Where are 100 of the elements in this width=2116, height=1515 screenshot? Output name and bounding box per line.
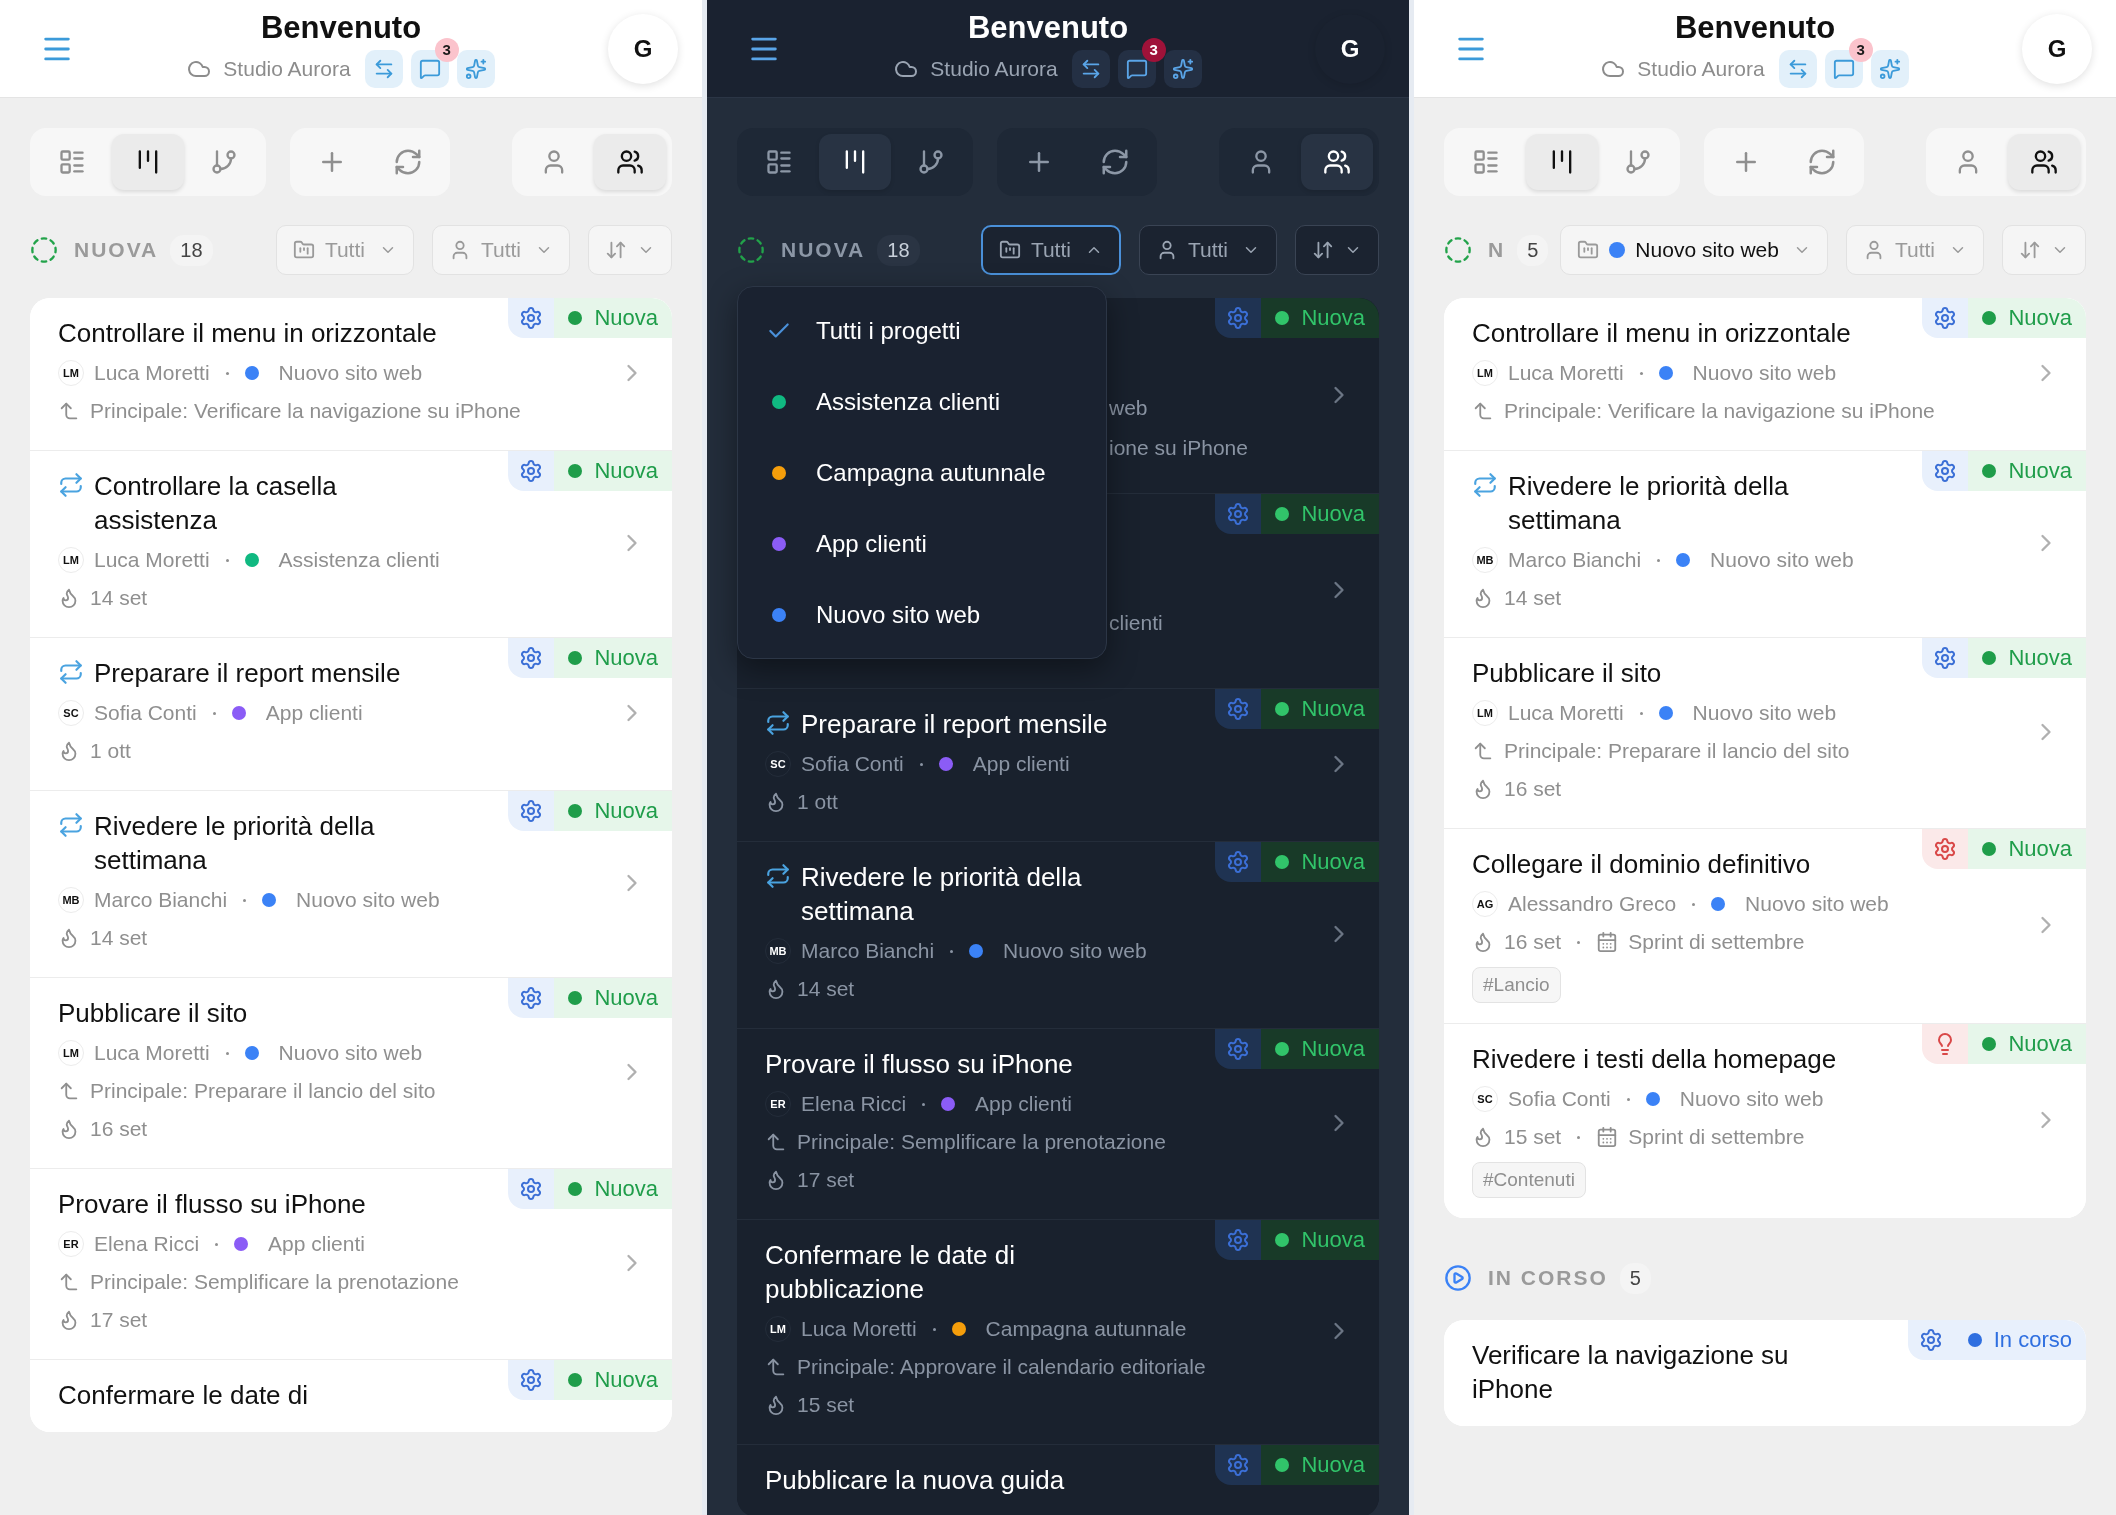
status-label: Nuova — [1301, 696, 1365, 722]
status-label: Nuova — [594, 798, 658, 824]
task-title: Pubblicare il sito — [1472, 657, 1662, 690]
sprint-name: Sprint di settembre — [1628, 1125, 1805, 1149]
initials-avatar: LM — [58, 547, 84, 573]
assignee-name: Luca Moretti — [1508, 361, 1624, 385]
page-title: Benvenuto — [967, 9, 1129, 46]
assignee-name: Marco Bianchi — [801, 939, 935, 963]
section-title: IN CORSO — [1488, 1266, 1608, 1290]
due-date: 1 ott — [797, 790, 838, 814]
task-title: Rivedere le priorità della settimana — [94, 810, 376, 877]
due-date: 17 set — [90, 1308, 148, 1332]
parent-task: Principale: Verificare la navigazione su iPhone — [90, 399, 521, 423]
initials-avatar: ER — [765, 1091, 791, 1117]
sprint-name: Sprint di settembre — [1628, 930, 1805, 954]
project-name: Assistenza clienti — [278, 548, 440, 572]
assignee-name: Luca Moretti — [801, 1317, 917, 1341]
task-detail: ione su iPhone — [1109, 434, 1249, 461]
status-label: Nuova — [594, 458, 658, 484]
workspace-name: Studio Aurora — [223, 56, 351, 81]
task-title: Rivedere le priorità della settimana — [1508, 470, 1790, 537]
status-label: Nuova — [594, 1176, 658, 1202]
project-name: Nuovo sito web — [1710, 548, 1854, 572]
task-count: 5 — [1619, 1262, 1651, 1294]
project-name: Nuovo sito web — [1692, 701, 1837, 725]
project-name: Nuovo sito web — [278, 1041, 423, 1065]
task-title: Preparare il report mensile — [94, 657, 401, 690]
project-name: Nuovo sito web — [296, 888, 440, 912]
workspace-name: Studio Aurora — [1637, 56, 1765, 81]
status-label: Nuova — [1301, 1036, 1365, 1062]
initials-avatar: LM — [765, 1316, 791, 1342]
notification-badge: 3 — [434, 37, 459, 62]
task-title: Rivedere i testi della homepage — [1472, 1043, 1837, 1076]
section-title: NUOVA — [74, 238, 159, 262]
option-label: Campagna autunnale — [816, 458, 1046, 487]
initials-avatar: MB — [58, 887, 84, 913]
status-label: Nuova — [2008, 836, 2072, 862]
due-date: 14 set — [797, 977, 855, 1001]
assignee-name: Luca Moretti — [94, 361, 210, 385]
project-name: App clienti — [268, 1232, 365, 1256]
task-count: 18 — [170, 234, 213, 266]
parent-task: Principale: Semplificare la prenotazione — [797, 1130, 1166, 1154]
status-label: Nuova — [1301, 1452, 1365, 1478]
initials-avatar: LM — [1472, 700, 1498, 726]
task-title: Controllare il menu in orizzontale — [58, 317, 437, 350]
task-title: Provare il flusso su iPhone — [58, 1188, 366, 1221]
notification-badge: 3 — [1141, 37, 1166, 62]
due-date: 17 set — [797, 1168, 855, 1192]
status-label: Nuova — [1301, 501, 1365, 527]
status-label: Nuova — [594, 645, 658, 671]
project-name: App clienti — [972, 752, 1070, 776]
project-name: App clienti — [975, 1092, 1072, 1116]
page-title: Benvenuto — [260, 9, 422, 46]
status-label: Nuova — [1301, 1227, 1365, 1253]
parent-task: Principale: Preparare il lancio del sito — [1504, 739, 1850, 763]
filter-label: Tutti — [1894, 238, 1935, 262]
due-date: 15 set — [1504, 1125, 1562, 1149]
project-name: Nuovo sito web — [1692, 361, 1837, 385]
status-label: In corso — [1993, 1327, 2072, 1353]
task-detail: web — [1109, 394, 1149, 421]
assignee-name: Elena Ricci — [94, 1232, 200, 1256]
initials-avatar: MB — [765, 938, 791, 964]
assignee-name: Luca Moretti — [94, 548, 210, 572]
initials-avatar: SC — [58, 700, 84, 726]
section-title: N — [1488, 238, 1506, 262]
due-date: 14 set — [90, 926, 148, 950]
task-detail: clienti — [1109, 610, 1164, 636]
assignee-name: Luca Moretti — [1508, 701, 1624, 725]
tag-label: #Contenuti — [1472, 1162, 1586, 1198]
due-date: 1 ott — [90, 739, 131, 763]
due-date: 16 set — [90, 1117, 148, 1141]
assignee-name: Sofia Conti — [801, 752, 904, 776]
assignee-name: Marco Bianchi — [1508, 548, 1642, 572]
tag-label: #Lancio — [1472, 967, 1561, 1003]
due-date: 14 set — [90, 586, 148, 610]
parent-task: Principale: Semplificare la prenotazione — [90, 1270, 459, 1294]
due-date: 16 set — [1504, 930, 1562, 954]
option-label: Nuovo sito web — [816, 600, 981, 629]
filter-label: Nuovo sito web — [1635, 238, 1779, 262]
status-label: Nuova — [2008, 305, 2072, 331]
project-name: Nuovo sito web — [1003, 939, 1147, 963]
filter-label: Tutti — [1030, 238, 1071, 262]
parent-task: Principale: Approvare il calendario editoriale — [797, 1355, 1206, 1379]
task-count: 5 — [1517, 234, 1549, 266]
initials-avatar: LM — [58, 360, 84, 386]
initials-avatar: AG — [1472, 891, 1498, 917]
filter-label: Tutti — [324, 238, 365, 262]
status-label: Nuova — [1301, 849, 1365, 875]
assignee-name: Sofia Conti — [94, 701, 197, 725]
initials-avatar: MB — [1472, 547, 1498, 573]
status-label: Nuova — [594, 985, 658, 1011]
task-title: Pubblicare il sito — [58, 997, 248, 1030]
option-label: Tutti i progetti — [816, 316, 961, 345]
assignee-name: Sofia Conti — [1508, 1087, 1611, 1111]
filter-label: Tutti — [480, 238, 521, 262]
status-label: Nuova — [2008, 1031, 2072, 1057]
option-label: Assistenza clienti — [816, 387, 1001, 416]
task-title: Rivedere le priorità della settimana — [801, 861, 1083, 928]
status-label: Nuova — [594, 1367, 658, 1393]
status-label: Nuova — [2008, 458, 2072, 484]
